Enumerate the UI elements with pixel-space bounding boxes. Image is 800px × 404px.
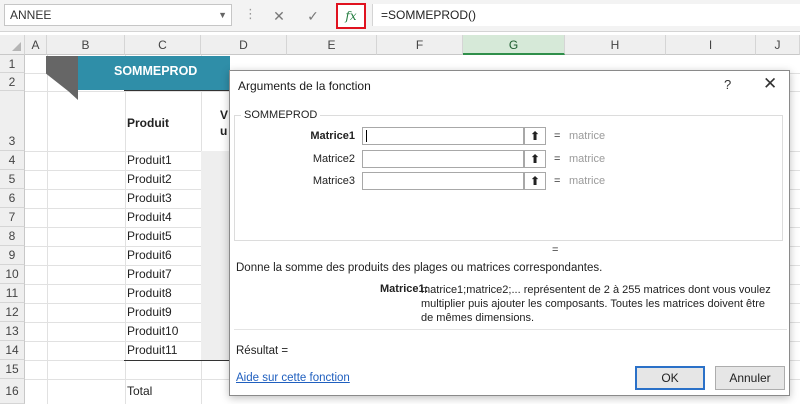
formula-input[interactable]: =SOMMEPROD() — [372, 4, 800, 26]
row-header-5[interactable]: 5 — [0, 170, 25, 189]
row-header-9[interactable]: 9 — [0, 246, 25, 265]
grip-icon: ⋮ — [244, 6, 257, 21]
row-header-8[interactable]: 8 — [0, 227, 25, 246]
insert-function-button[interactable]: fx — [336, 3, 366, 29]
function-arguments-dialog: Arguments de la fonction ? ✕ SOMMEPROD M… — [229, 70, 790, 396]
product-cell[interactable]: Produit5 — [127, 229, 172, 243]
header-top-border — [124, 90, 230, 91]
table-bottom-border — [124, 360, 230, 361]
arg-hint-matrice1: matrice — [569, 130, 606, 142]
dialog-divider — [234, 329, 787, 330]
banner-ribbon-fold — [46, 56, 78, 100]
value-cells-shading — [201, 151, 229, 360]
product-cell[interactable]: Produit9 — [127, 305, 172, 319]
close-icon[interactable]: ✕ — [763, 74, 777, 94]
dialog-title: Arguments de la fonction — [238, 79, 371, 93]
arg-label-matrice2: Matrice2 — [312, 153, 355, 165]
matrice2-input[interactable] — [362, 150, 524, 168]
matrice1-input[interactable] — [362, 127, 524, 145]
arg-label-matrice1: Matrice1 — [310, 130, 355, 142]
column-header-c[interactable]: C — [125, 35, 201, 55]
row-header-12[interactable]: 12 — [0, 303, 25, 322]
product-cell[interactable]: Produit2 — [127, 172, 172, 186]
function-description: Donne la somme des produits des plages o… — [236, 262, 603, 274]
help-icon[interactable]: ? — [724, 77, 731, 92]
header-partial-line2: u — [220, 124, 228, 138]
result-label: Résultat = — [236, 345, 289, 357]
banner-title: SOMMEPROD — [114, 64, 198, 78]
arg-equals: = — [554, 175, 561, 187]
column-header-f[interactable]: F — [377, 35, 463, 55]
column-header-b[interactable]: B — [47, 35, 125, 55]
row-header-6[interactable]: 6 — [0, 189, 25, 208]
product-cell[interactable]: Produit1 — [127, 153, 172, 167]
total-label[interactable]: Total — [127, 384, 152, 398]
sheet-banner: SOMMEPROD — [78, 56, 230, 90]
row-header-10[interactable]: 10 — [0, 265, 25, 284]
product-cell[interactable]: Produit8 — [127, 286, 172, 300]
arg-hint-matrice3: matrice — [569, 175, 606, 187]
arg-label-matrice3: Matrice3 — [312, 175, 355, 187]
product-cell[interactable]: Produit3 — [127, 191, 172, 205]
row-header-1[interactable]: 1 — [0, 55, 25, 73]
row-header-2[interactable]: 2 — [0, 73, 25, 91]
function-name-label: SOMMEPROD — [241, 109, 321, 121]
row-header-4[interactable]: 4 — [0, 151, 25, 170]
product-cell[interactable]: Produit6 — [127, 248, 172, 262]
cancel-edit-icon[interactable]: ✕ — [268, 5, 290, 27]
matrice3-input[interactable] — [362, 172, 524, 190]
function-result-equals: = — [552, 244, 559, 256]
column-header-i[interactable]: I — [666, 35, 756, 55]
row-header-15[interactable]: 15 — [0, 360, 25, 379]
text-caret — [366, 130, 367, 142]
select-all-corner[interactable] — [0, 35, 25, 55]
column-header-a[interactable]: A — [25, 35, 47, 55]
row-header-11[interactable]: 11 — [0, 284, 25, 303]
product-cell[interactable]: Produit11 — [127, 343, 177, 357]
header-produit[interactable]: Produit — [127, 116, 169, 130]
function-group: SOMMEPROD Matrice1 ⬆ = matrice Matrice2 … — [234, 109, 783, 241]
grid-line — [125, 55, 126, 404]
product-cell[interactable]: Produit4 — [127, 210, 172, 224]
column-header-e[interactable]: E — [287, 35, 377, 55]
collapse-dialog-icon[interactable]: ⬆ — [524, 150, 546, 168]
arg-equals: = — [554, 130, 561, 142]
product-cell[interactable]: Produit7 — [127, 267, 172, 281]
column-header-h[interactable]: H — [565, 35, 666, 55]
header-partial-line1: V — [220, 108, 229, 122]
row-header-13[interactable]: 13 — [0, 322, 25, 341]
name-box-value: ANNEE — [10, 8, 52, 22]
arg-hint-matrice2: matrice — [569, 153, 606, 165]
collapse-dialog-icon[interactable]: ⬆ — [524, 172, 546, 190]
cancel-button[interactable]: Annuler — [715, 366, 785, 390]
row-header-7[interactable]: 7 — [0, 208, 25, 227]
help-link[interactable]: Aide sur cette fonction — [236, 372, 350, 384]
column-header-d[interactable]: D — [201, 35, 287, 55]
row-header-3[interactable]: 3 — [0, 91, 25, 151]
confirm-edit-icon[interactable]: ✓ — [302, 5, 324, 27]
chevron-down-icon[interactable]: ▼ — [218, 5, 227, 25]
arg-description-text: matrice1;matrice2;... représentent de 2 … — [421, 284, 771, 324]
formula-bar: ANNEE ▼ ⋮ ✕ ✓ fx =SOMMEPROD() — [0, 0, 800, 32]
collapse-dialog-icon[interactable]: ⬆ — [524, 127, 546, 145]
arg-equals: = — [554, 153, 561, 165]
product-cell[interactable]: Produit10 — [127, 324, 178, 338]
column-header-g[interactable]: G — [463, 35, 565, 55]
name-box[interactable]: ANNEE ▼ — [4, 4, 232, 26]
ok-button[interactable]: OK — [635, 366, 705, 390]
row-header-16[interactable]: 16 — [0, 379, 25, 404]
grid-line — [47, 55, 48, 404]
row-header-14[interactable]: 14 — [0, 341, 25, 360]
column-header-j[interactable]: J — [756, 35, 800, 55]
